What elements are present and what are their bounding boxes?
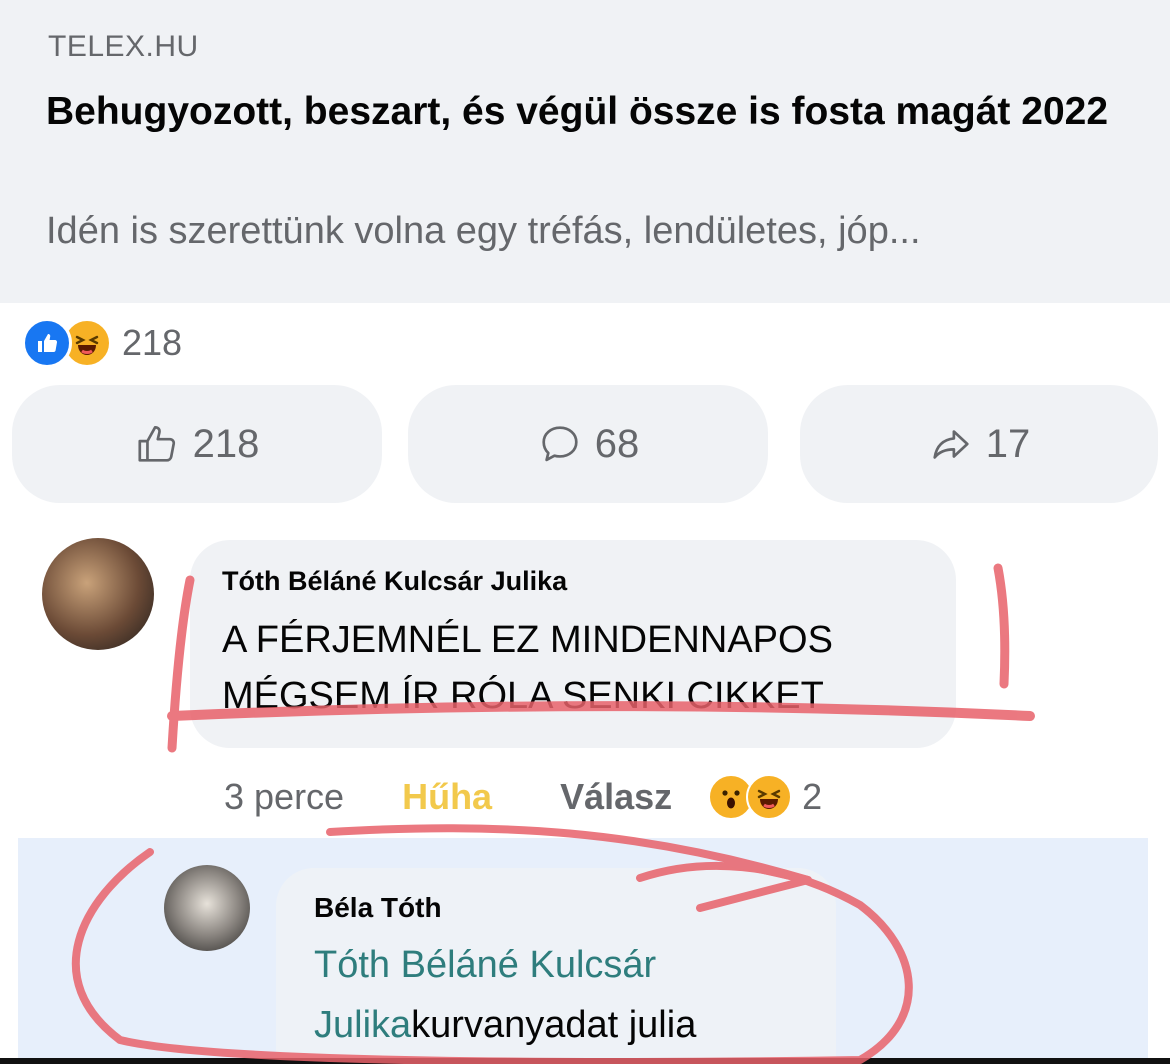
share-count: 17: [985, 421, 1031, 466]
thumbs-up-icon: [135, 421, 181, 467]
link-headline[interactable]: Behugyozott, beszart, és végül össze is …: [46, 84, 1126, 140]
like-icon: [22, 318, 72, 368]
reply-author[interactable]: Béla Tóth: [314, 892, 442, 924]
reply-text: Tóth Béláné Kulcsár Julikakurvanyadat ju…: [314, 935, 814, 1055]
comment-reaction-count: 2: [802, 776, 823, 817]
avatar[interactable]: [164, 865, 250, 951]
reactions-summary[interactable]: 218: [22, 318, 182, 368]
comment-meta: 3 perce Hűha Válasz 2: [224, 772, 822, 822]
reaction-count: 218: [122, 322, 183, 363]
reply-message: kurvanyadat julia: [411, 1004, 697, 1046]
underline-mark: [167, 575, 195, 753]
comment-button[interactable]: 68: [408, 385, 768, 503]
comment-reactions[interactable]: 2: [708, 774, 822, 820]
comment-bubble-icon: [537, 421, 583, 467]
comment-author[interactable]: Tóth Béláné Kulcsár Julika: [222, 566, 567, 597]
reply-button[interactable]: Válasz: [560, 776, 672, 818]
avatar[interactable]: [42, 538, 154, 650]
share-button[interactable]: 17: [800, 385, 1158, 503]
like-count: 218: [192, 421, 260, 466]
share-arrow-icon: [928, 421, 974, 467]
comment-count: 68: [594, 421, 640, 466]
haha-icon: [746, 774, 793, 820]
link-preview-card[interactable]: TELEX.HU Behugyozott, beszart, és végül …: [0, 0, 1170, 303]
reaction-button[interactable]: Hűha: [402, 776, 492, 818]
comment-text: A FÉRJEMNÉL EZ MINDENNAPOS MÉGSEM ÍR RÓL…: [222, 619, 833, 717]
comment-timestamp[interactable]: 3 perce: [224, 776, 344, 818]
exclamation-mark: [993, 563, 1010, 689]
like-button[interactable]: 218: [12, 385, 382, 503]
bottom-edge: [0, 1058, 1170, 1064]
link-source: TELEX.HU: [48, 30, 199, 63]
link-description: Idén is szerettünk volna egy tréfás, len…: [46, 210, 921, 252]
